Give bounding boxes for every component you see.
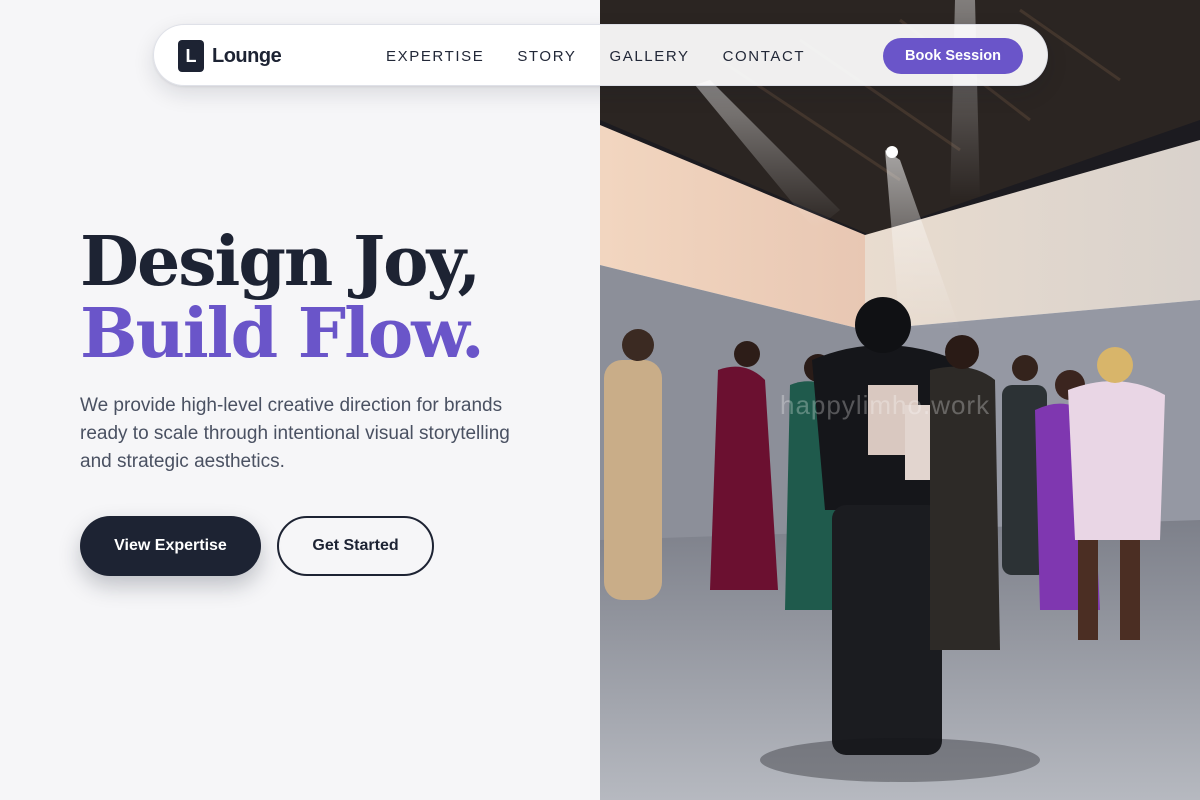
- image-watermark: happylimho.work: [780, 390, 991, 420]
- nav-link-expertise[interactable]: EXPERTISE: [386, 48, 484, 65]
- hero-title-line-1: Design Joy,: [80, 222, 481, 302]
- nav-link-gallery[interactable]: GALLERY: [609, 48, 689, 65]
- hero-title: Design Joy, Build Flow.: [80, 222, 485, 374]
- book-session-button[interactable]: Book Session: [883, 38, 1023, 74]
- brand-logo-link[interactable]: L Lounge: [178, 40, 282, 72]
- view-expertise-button[interactable]: View Expertise: [80, 516, 261, 576]
- nav-link-story[interactable]: STORY: [517, 48, 576, 65]
- nav-links: EXPERTISE STORY GALLERY CONTACT: [386, 25, 805, 87]
- brand-mark-icon: L: [178, 40, 204, 72]
- brand-name: Lounge: [212, 44, 282, 67]
- hero-description: We provide high-level creative direction…: [80, 395, 510, 472]
- nav-link-contact[interactable]: CONTACT: [723, 48, 806, 65]
- get-started-button[interactable]: Get Started: [277, 516, 434, 576]
- hero-title-line-2: Build Flow.: [80, 294, 485, 374]
- top-navigation: L Lounge EXPERTISE STORY GALLERY CONTACT…: [153, 24, 1048, 86]
- hero-image: happylimho.work: [600, 0, 1200, 800]
